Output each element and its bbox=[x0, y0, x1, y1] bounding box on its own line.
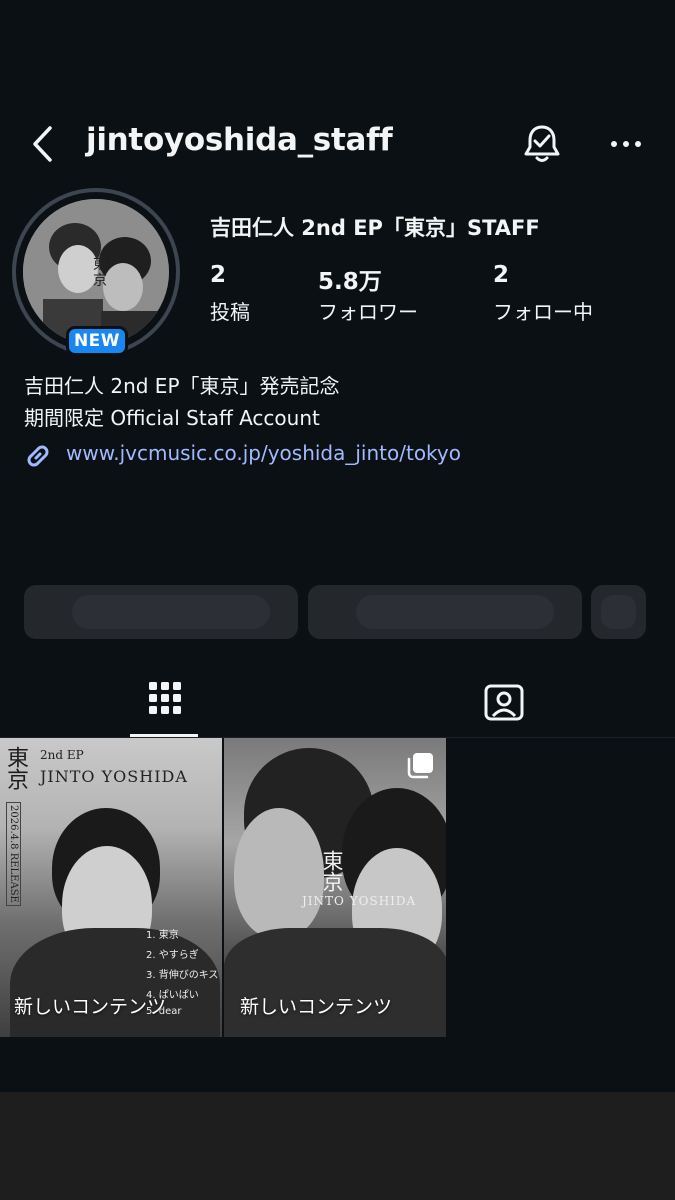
more-options-button[interactable] bbox=[604, 126, 648, 162]
post-photo-face bbox=[234, 808, 324, 938]
post-photo-body bbox=[10, 928, 220, 1037]
post-title: 東京 bbox=[320, 850, 344, 892]
posts-count[interactable]: 2 bbox=[210, 262, 226, 288]
profile-username: jintoyoshida_staff bbox=[86, 122, 393, 158]
svg-text:京: 京 bbox=[93, 273, 107, 289]
grid-icon bbox=[149, 682, 181, 714]
display-name: 吉田仁人 2nd EP「東京」STAFF bbox=[210, 216, 540, 240]
bio-line: 期間限定 Official Staff Account bbox=[24, 406, 320, 430]
track-item: 1. 東京 bbox=[146, 930, 179, 941]
post-caption: 新しいコンテンツ bbox=[240, 996, 393, 1018]
avatar-photo: 東 京 bbox=[23, 199, 169, 345]
carousel-icon bbox=[406, 750, 436, 780]
followers-count[interactable]: 5.8万 bbox=[318, 262, 382, 296]
following-label[interactable]: フォロー中 bbox=[493, 296, 593, 325]
bottom-bar bbox=[0, 1092, 675, 1200]
back-button[interactable] bbox=[28, 124, 58, 164]
posts-label[interactable]: 投稿 bbox=[210, 296, 250, 325]
bell-check-icon bbox=[524, 125, 560, 162]
tagged-person-icon bbox=[484, 684, 524, 721]
followers-label[interactable]: フォロワー bbox=[318, 296, 418, 325]
tab-posts-grid[interactable] bbox=[130, 668, 200, 732]
message-button[interactable] bbox=[308, 585, 582, 639]
chevron-left-icon bbox=[33, 126, 52, 162]
following-count[interactable]: 2 bbox=[493, 262, 509, 288]
more-horizontal-icon bbox=[611, 141, 641, 147]
bio-line: 吉田仁人 2nd EP「東京」発売記念 bbox=[24, 374, 340, 398]
tab-tagged[interactable] bbox=[482, 680, 526, 724]
post-ep-label: 2nd EP bbox=[40, 748, 84, 762]
grid-post[interactable]: 東京 JINTO YOSHIDA 新しいコンテンツ bbox=[224, 738, 446, 1037]
svg-text:東: 東 bbox=[93, 257, 107, 273]
post-caption: 新しいコンテンツ bbox=[14, 996, 167, 1018]
post-release-date: 2026.4.8 RELEASE bbox=[6, 802, 21, 906]
post-artist: JINTO YOSHIDA bbox=[40, 767, 188, 786]
track-item: 2. やすらぎ bbox=[146, 950, 199, 961]
post-title: 東京 bbox=[3, 746, 28, 790]
profile-link[interactable]: www.jvcmusic.co.jp/yoshida_jinto/tokyo bbox=[66, 441, 461, 465]
link-icon bbox=[23, 441, 53, 471]
follow-button[interactable] bbox=[24, 585, 298, 639]
suggest-button[interactable] bbox=[591, 585, 646, 639]
post-photo-body bbox=[224, 928, 446, 1037]
avatar[interactable]: 東 京 bbox=[23, 199, 169, 345]
grid-post[interactable]: 東京 2nd EP JINTO YOSHIDA 2026.4.8 RELEASE… bbox=[0, 738, 222, 1037]
post-artist: JINTO YOSHIDA bbox=[302, 894, 417, 908]
new-badge: NEW bbox=[66, 326, 128, 356]
notifications-button[interactable] bbox=[520, 122, 564, 166]
track-item: 3. 背伸びのキス bbox=[146, 970, 219, 981]
